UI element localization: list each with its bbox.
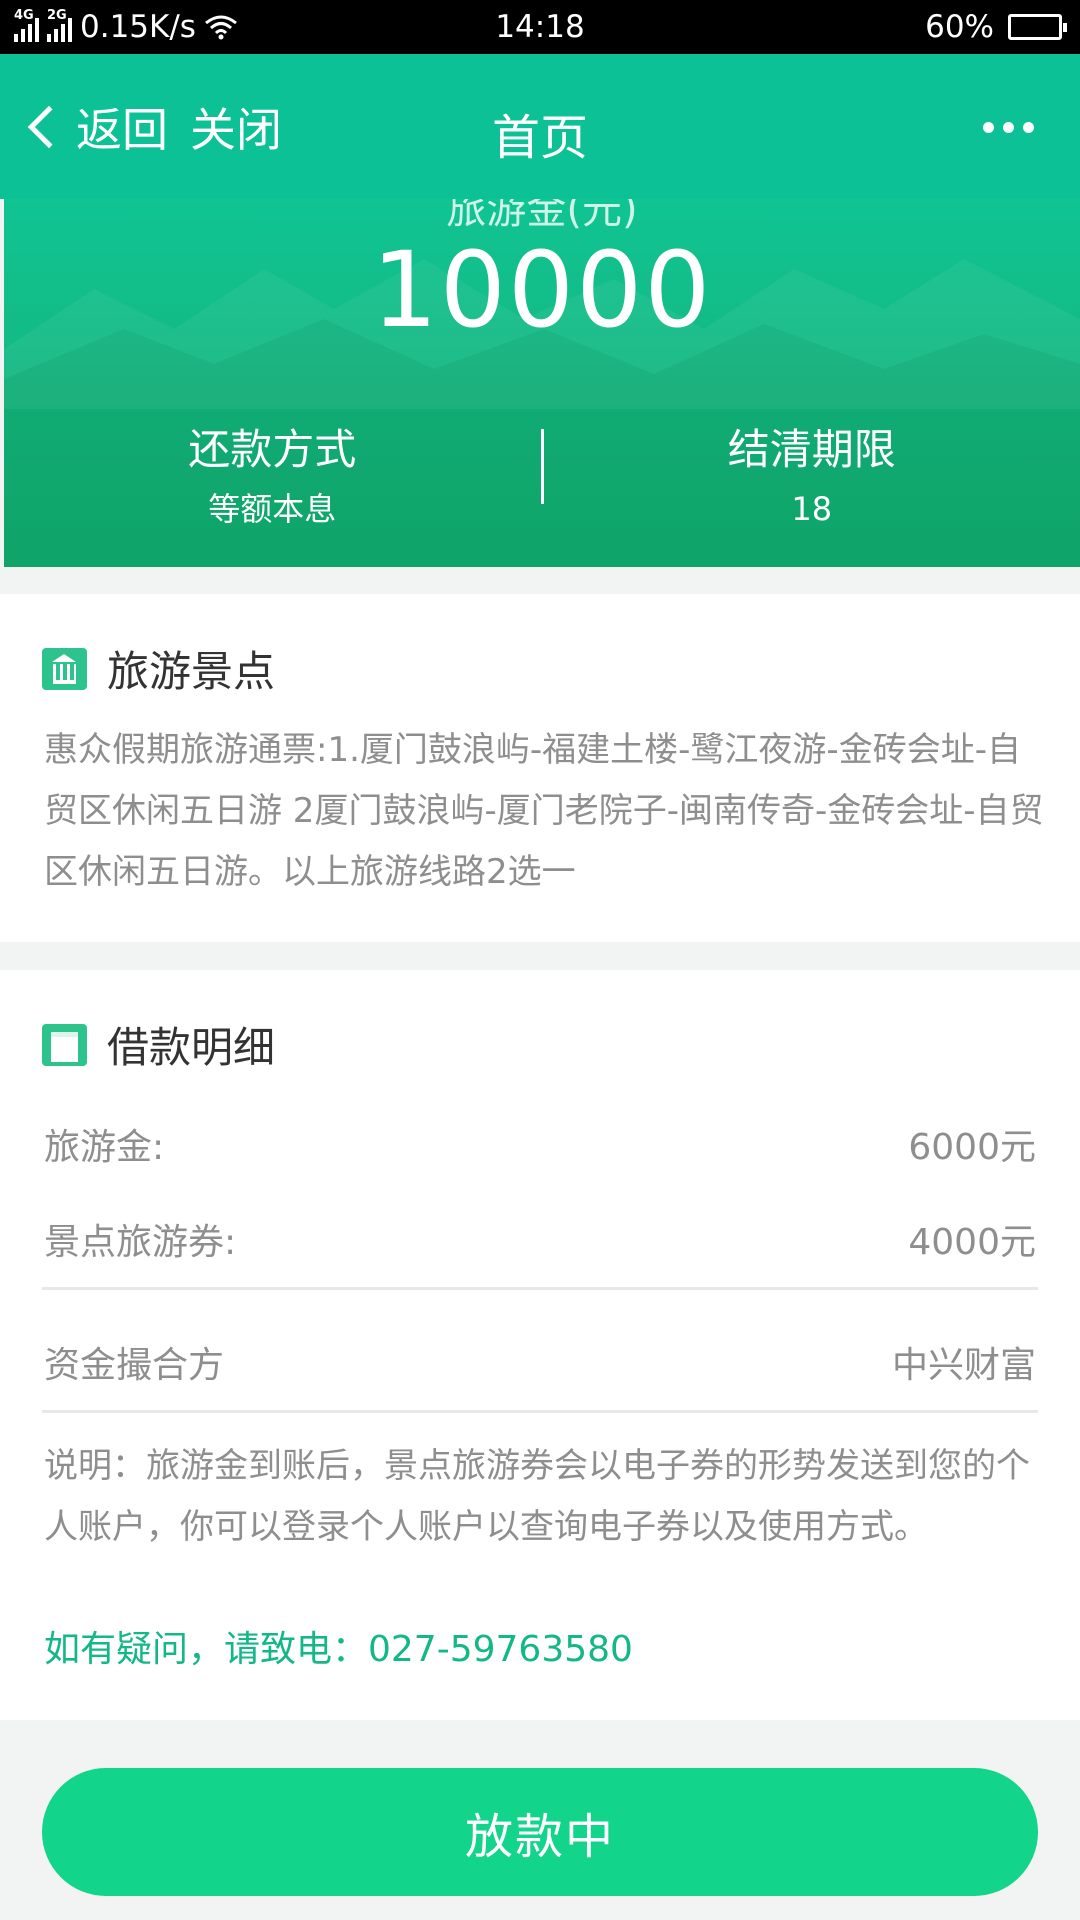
loan-title: 借款明细 [107,1023,276,1072]
detail-row-matcher: 资金撮合方 中兴财富 [44,1336,1036,1388]
matcher-label: 资金撮合方 [44,1345,225,1386]
settle-term: 结清期限 18 [544,409,1080,567]
battery-percent: 60% [925,9,994,45]
network-type-2: 2G [47,8,67,23]
repay-method: 还款方式 等额本息 [4,409,541,567]
detail-row-travel-fund: 旅游金: 6000元 [44,1118,1036,1170]
detail-row-voucher: 景点旅游券: 4000元 [44,1213,1036,1265]
loan-summary: 还款方式 等额本息 结清期限 18 [4,409,1080,567]
more-icon[interactable] [983,122,1034,133]
settle-term-label: 结清期限 [727,425,896,474]
nav-bar: 返回 关闭 首页 [0,54,1080,199]
detail-label: 旅游金: [44,1127,165,1168]
divider [42,1287,1038,1290]
scenic-description: 惠众假期旅游通票:1.厦门鼓浪屿-福建土楼-鹭江夜游-金砖会址-自贸区休闲五日游… [44,730,1044,892]
temple-icon [42,647,87,690]
repay-method-label: 还款方式 [188,425,357,474]
network-speed: 0.15K/s [80,9,196,45]
battery-icon [1008,14,1067,40]
page-title: 首页 [491,110,588,166]
signal-icon-2: 2G [47,8,72,42]
loan-status-button[interactable]: 放款中 [42,1768,1038,1896]
repay-method-value: 等额本息 [208,490,337,528]
network-type-1: 4G [14,8,34,23]
explanation-note: 说明：旅游金到账后，景点旅游券会以电子券的形势发送到您的个人账户，你可以登录个人… [44,1446,1030,1547]
status-right: 60% [925,9,1067,45]
loan-detail-card: 借款明细 旅游金: 6000元 景点旅游券: 4000元 资金撮合方 中兴财富 … [0,970,1080,1720]
scenic-header: 旅游景点 [42,638,275,699]
divider [42,1410,1038,1413]
scenic-card: 旅游景点 惠众假期旅游通票:1.厦门鼓浪屿-福建土楼-鹭江夜游-金砖会址-自贸区… [0,594,1080,942]
wifi-icon [205,15,237,40]
status-bar: 4G 2G 0.15K/s 14:18 60% [0,0,1080,54]
amount-value: 10000 [371,229,713,351]
hotline-link[interactable]: 如有疑问，请致电：027-59763580 [44,1620,633,1672]
loan-header: 借款明细 [42,1014,275,1075]
signal-icon: 4G [14,8,39,42]
detail-label: 景点旅游券: [44,1222,237,1263]
matcher-value: 中兴财富 [891,1345,1036,1386]
status-left: 4G 2G 0.15K/s [14,8,238,45]
hero-banner: 旅游金(元) 10000 还款方式 等额本息 结清期限 18 [4,199,1080,567]
detail-value: 6000元 [908,1127,1036,1168]
detail-value: 4000元 [908,1222,1036,1263]
settle-term-value: 18 [791,490,833,528]
scenic-title: 旅游景点 [107,647,276,696]
document-icon [42,1023,87,1066]
